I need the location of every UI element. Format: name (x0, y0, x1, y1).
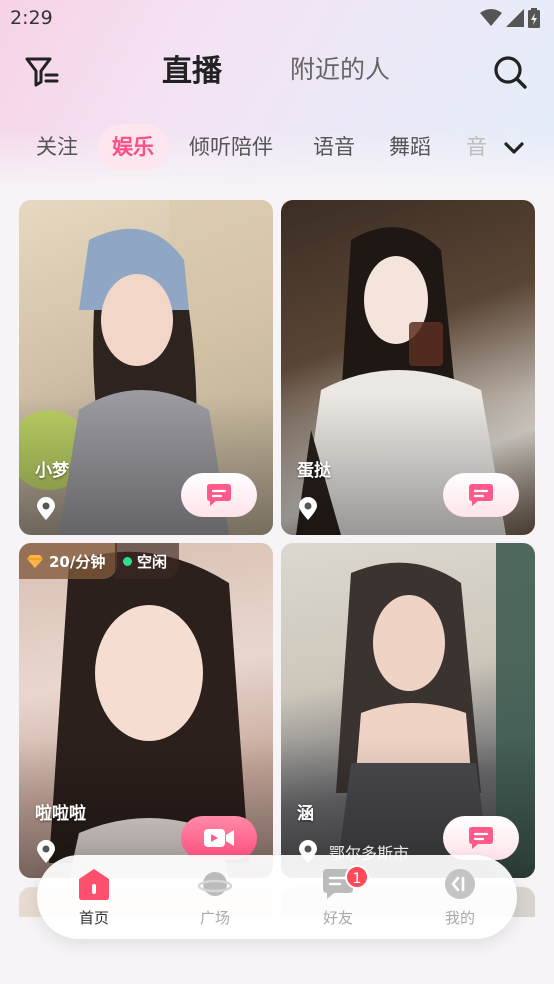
tab-live-label: 直播 (162, 54, 222, 89)
tab-me-label: 我的 (444, 909, 475, 927)
live-card[interactable]: 小梦 (19, 200, 273, 535)
planet-icon (198, 872, 232, 896)
tab-plaza[interactable]: 广场 (170, 867, 260, 928)
category-listen-companion[interactable]: 倾听陪伴 (189, 124, 273, 170)
category-music[interactable]: 音 (466, 124, 487, 170)
video-call-button[interactable] (181, 816, 257, 860)
location-pin-icon (37, 840, 55, 863)
tab-friends[interactable]: 1 好友 (293, 865, 383, 928)
message-icon (469, 484, 493, 506)
location-pin-icon (37, 497, 55, 520)
availability-text: 空闲 (137, 552, 168, 571)
tab-nearby[interactable]: 附近的人 (290, 50, 390, 86)
chat-button[interactable] (443, 816, 519, 860)
tab-nearby-label: 附近的人 (290, 55, 391, 84)
signal-icon (506, 9, 524, 27)
availability-tag: 空闲 (115, 543, 180, 579)
top-header: 直播 附近的人 (0, 44, 554, 100)
diamond-icon (27, 555, 43, 568)
wifi-icon (480, 9, 502, 26)
message-icon (207, 484, 231, 506)
tab-plaza-label: 广场 (199, 909, 230, 927)
streamer-name: 小梦 (35, 461, 69, 481)
live-card[interactable]: 涵 鄂尔多斯市 (281, 543, 535, 878)
streamer-name: 啦啦啦 (35, 804, 86, 824)
profile-icon (445, 869, 475, 899)
price-tag: 20/分钟 (19, 543, 118, 579)
video-camera-icon (204, 829, 234, 847)
tab-live[interactable]: 直播 (162, 46, 222, 90)
status-time: 2:29 (10, 7, 53, 29)
filter-icon (25, 57, 59, 87)
live-card[interactable]: 蛋挞 (281, 200, 535, 535)
battery-icon (528, 8, 540, 28)
streamer-name: 蛋挞 (297, 461, 331, 481)
chat-button[interactable] (443, 473, 519, 517)
unread-badge: 1 (345, 865, 369, 889)
category-voice[interactable]: 语音 (313, 124, 355, 170)
category-expand-button[interactable] (500, 134, 528, 162)
streamer-name: 涵 (297, 804, 314, 824)
search-icon (494, 56, 527, 89)
tab-home[interactable]: 首页 (49, 867, 139, 928)
filter-button[interactable] (22, 52, 62, 92)
search-button[interactable] (490, 52, 530, 92)
chevron-down-icon (504, 142, 524, 154)
home-icon (79, 869, 109, 900)
category-tabs: 关注 娱乐 倾听陪伴 语音 舞蹈 音 (0, 124, 554, 170)
location-pin-icon (299, 497, 317, 520)
bottom-tab-bar: 首页 广场 1 好友 我的 (37, 855, 517, 939)
tab-friends-label: 好友 (322, 909, 353, 927)
category-follow[interactable]: 关注 (36, 124, 78, 170)
chat-button[interactable] (181, 473, 257, 517)
category-entertainment[interactable]: 娱乐 (98, 124, 168, 170)
status-bar: 2:29 (0, 0, 554, 36)
tab-home-label: 首页 (78, 909, 109, 927)
tab-me[interactable]: 我的 (415, 867, 505, 928)
status-icons (480, 8, 540, 28)
message-icon (469, 827, 493, 849)
category-dance[interactable]: 舞蹈 (389, 124, 431, 170)
online-dot-icon (123, 556, 132, 566)
price-text: 20/分钟 (49, 552, 106, 571)
live-card[interactable]: 20/分钟 空闲 啦啦啦 (19, 543, 273, 878)
